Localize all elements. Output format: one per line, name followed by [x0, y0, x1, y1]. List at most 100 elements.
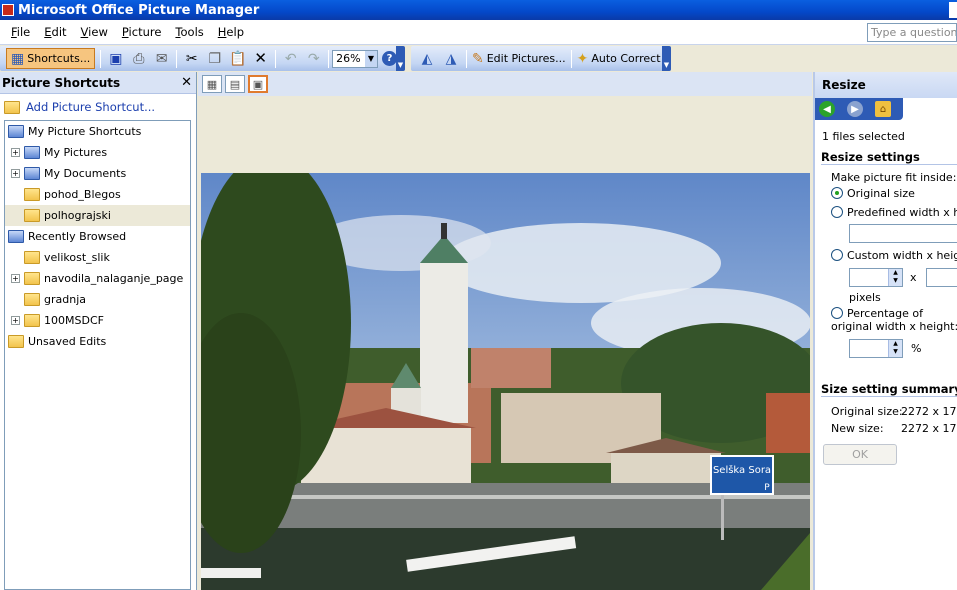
special-folder-icon	[24, 167, 40, 180]
expand-icon[interactable]: +	[11, 274, 20, 283]
menu-view-rest: iew	[88, 25, 108, 39]
menu-edit[interactable]: Edit	[37, 25, 73, 39]
expand-icon[interactable]: +	[11, 316, 20, 325]
menu-picture[interactable]: Picture	[115, 25, 169, 39]
expand-icon[interactable]: +	[11, 169, 20, 178]
percentage-stepper[interactable]: ▲ ▼	[849, 339, 903, 358]
menu-tools[interactable]: Tools	[168, 25, 210, 39]
save-icon: ▣	[109, 50, 123, 67]
picture-canvas: Selška Sora P	[198, 96, 812, 590]
original-size-option[interactable]: Original size	[831, 187, 915, 200]
times-label: x	[910, 271, 917, 284]
chevron-down-icon[interactable]: ▼	[365, 50, 377, 67]
single-picture-view-button[interactable]: ▣	[248, 75, 268, 93]
resize-task-pane: Resize ◀ ▶ ⌂ 1 files selected Resize set…	[813, 72, 957, 590]
tree-label: polhograjski	[44, 209, 111, 222]
menu-tools-rest: ools	[180, 25, 204, 39]
predefined-size-select[interactable]	[849, 224, 957, 243]
predefined-size-option[interactable]: Predefined width x height:	[831, 206, 957, 219]
menu-file-rest: ile	[16, 25, 31, 39]
radio-icon[interactable]	[831, 307, 843, 319]
tree-label: 100MSDCF	[44, 314, 104, 327]
tree-node-100msdcf[interactable]: + 100MSDCF	[5, 310, 190, 331]
option-label: Percentage of original width x height:	[831, 307, 957, 333]
add-picture-shortcut-link[interactable]: Add Picture Shortcut...	[0, 94, 196, 120]
toolbar-options-icon[interactable]: ▼	[396, 46, 405, 71]
toolbar-separator	[275, 49, 277, 68]
zoom-select[interactable]: 26% ▼	[332, 49, 378, 68]
thumbnail-view-button[interactable]: ▦	[202, 75, 222, 93]
option-label: Original size	[847, 187, 915, 200]
edit-pictures-icon: ✎	[472, 50, 484, 67]
radio-icon[interactable]	[831, 249, 843, 261]
rotate-left-button[interactable]: ◭	[417, 48, 437, 69]
close-icon[interactable]: ✕	[181, 75, 192, 90]
custom-size-option[interactable]: Custom width x height:	[831, 249, 957, 262]
tree-node-polhograjski[interactable]: polhograjski	[5, 205, 190, 226]
percent-sign: %	[911, 342, 922, 355]
forward-icon[interactable]: ▶	[847, 101, 863, 117]
ok-button[interactable]: OK	[823, 444, 897, 465]
menu-file[interactable]: File	[4, 25, 37, 39]
window-control-edge[interactable]	[949, 2, 957, 18]
delete-button[interactable]: ✕	[251, 48, 270, 69]
tree-node-unsaved-edits[interactable]: Unsaved Edits	[5, 331, 190, 352]
expand-icon[interactable]: +	[11, 148, 20, 157]
tree-node-my-documents[interactable]: + My Documents	[5, 163, 190, 184]
tree-node-my-pictures[interactable]: + My Pictures	[5, 142, 190, 163]
ask-question-input[interactable]: Type a question for help	[867, 23, 957, 42]
tree-node-recently-browsed[interactable]: Recently Browsed	[5, 226, 190, 247]
menu-help[interactable]: Help	[211, 25, 251, 39]
auto-correct-button[interactable]: ✦ Auto Correct	[577, 48, 661, 69]
toolbar-separator	[176, 49, 178, 68]
back-icon[interactable]: ◀	[819, 101, 835, 117]
save-button[interactable]: ▣	[106, 48, 125, 69]
tree-node-velikost-slik[interactable]: velikost_slik	[5, 247, 190, 268]
menu-edit-key: E	[44, 25, 52, 39]
rotate-right-button[interactable]: ◮	[441, 48, 461, 69]
toolbar-separator	[570, 49, 572, 68]
percentage-option[interactable]: Percentage of original width x height:	[831, 307, 957, 333]
filmstrip-view-button[interactable]: ▤	[225, 75, 245, 93]
shortcuts-button[interactable]: ▦ Shortcuts...	[6, 48, 96, 69]
original-size-label: Original size:	[831, 405, 903, 418]
special-folder-icon	[24, 146, 40, 159]
redo-icon: ↷	[307, 50, 320, 67]
tree-node-gradnja[interactable]: gradnja	[5, 289, 190, 310]
redo-button[interactable]: ↷	[304, 48, 323, 69]
radio-icon[interactable]	[831, 206, 843, 218]
new-size-value: 2272 x 1704	[901, 422, 957, 435]
print-button[interactable]: ⎙	[129, 48, 148, 69]
radio-selected-icon[interactable]	[831, 187, 843, 199]
custom-height-stepper[interactable]	[926, 268, 957, 287]
window-title: Microsoft Office Picture Manager	[18, 2, 260, 18]
menu-picture-key: P	[121, 25, 129, 39]
road-sign-text: Selška Sora	[713, 464, 771, 476]
home-icon[interactable]: ⌂	[875, 101, 891, 117]
tree-label: navodila_nalaganje_page	[44, 272, 184, 285]
email-button[interactable]: ✉	[152, 48, 171, 69]
edit-pictures-button[interactable]: ✎ Edit Pictures...	[472, 48, 566, 69]
copy-button[interactable]: ❐	[205, 48, 224, 69]
tree-node-pohod-blegos[interactable]: pohod_Blegos	[5, 184, 190, 205]
spinner-arrows-icon[interactable]: ▲ ▼	[888, 269, 902, 286]
new-size-label: New size:	[831, 422, 884, 435]
tree-label: velikost_slik	[44, 251, 110, 264]
tree-label: Recently Browsed	[28, 230, 127, 243]
undo-button[interactable]: ↶	[281, 48, 300, 69]
tree-label: pohod_Blegos	[44, 188, 121, 201]
shortcuts-label: Shortcuts...	[27, 52, 91, 65]
tree-node-navodila-nalaganje-page[interactable]: + navodila_nalaganje_page	[5, 268, 190, 289]
menu-picture-rest: icture	[128, 25, 162, 39]
menu-view[interactable]: View	[74, 25, 115, 39]
photo[interactable]: Selška Sora P	[201, 173, 810, 590]
copy-icon: ❐	[208, 50, 222, 67]
paste-button[interactable]: 📋	[228, 48, 247, 69]
custom-width-stepper[interactable]: ▲ ▼	[849, 268, 903, 287]
spinner-arrows-icon[interactable]: ▲ ▼	[888, 340, 902, 357]
tree-node-my-picture-shortcuts[interactable]: My Picture Shortcuts	[5, 121, 190, 142]
task-pane-header: Resize	[815, 72, 957, 98]
toolbar-options-icon[interactable]: ▼	[662, 46, 671, 71]
cut-button[interactable]: ✂	[182, 48, 201, 69]
toolbar-separator	[100, 49, 102, 68]
